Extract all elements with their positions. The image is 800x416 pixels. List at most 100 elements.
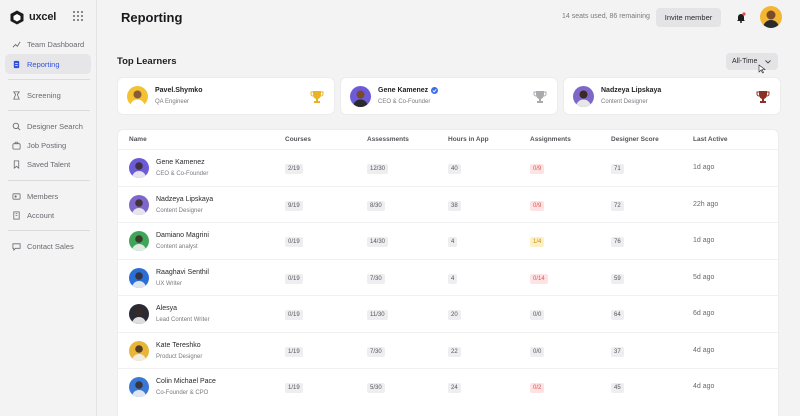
member-role: Product Designer [156, 354, 203, 360]
avatar-person-icon [763, 10, 779, 28]
member-name[interactable]: Gene Kamenez [156, 159, 205, 166]
table-row[interactable]: Damiano Magrini Content analyst 0/19 14/30 4… [117, 222, 779, 258]
column-header-name[interactable]: Name [129, 136, 147, 143]
avatar [129, 158, 149, 178]
sidebar-item-saved-talent[interactable]: Saved Talent [5, 154, 91, 174]
sidebar-item-contact-sales[interactable]: Contact Sales [5, 236, 91, 256]
designer-score-value: 37 [611, 347, 624, 357]
column-header-designer-score[interactable]: Designer Score [611, 136, 659, 143]
column-header-courses[interactable]: Courses [285, 136, 311, 143]
sidebar-item-label: Job Posting [27, 140, 67, 150]
divider [8, 230, 90, 231]
invite-member-button[interactable]: Invite member [656, 8, 721, 27]
avatar [129, 268, 149, 288]
member-role: Co-Founder & CPO [156, 390, 209, 396]
sidebar-item-label: Designer Search [27, 121, 83, 131]
apps-grid-icon[interactable] [73, 11, 83, 21]
assessments-value: 7/30 [367, 347, 385, 357]
divider [8, 110, 90, 111]
sidebar-item-job-posting[interactable]: Job Posting [5, 135, 91, 155]
sidebar-item-screening[interactable]: Screening [5, 85, 91, 105]
gold-trophy-icon [310, 91, 324, 103]
member-name[interactable]: Alesya [156, 305, 177, 312]
courses-value: 1/19 [285, 383, 303, 393]
column-header-last-active[interactable]: Last Active [693, 136, 727, 143]
avatar [129, 195, 149, 215]
column-header-hours[interactable]: Hours in App [448, 136, 489, 143]
learner-name: Pavel.Shymko [155, 87, 203, 94]
top-learner-card[interactable]: Pavel.Shymko QA Engineer [117, 77, 335, 115]
courses-value: 0/19 [285, 237, 303, 247]
courses-value: 2/19 [285, 164, 303, 174]
courses-value: 0/19 [285, 310, 303, 320]
sidebar-item-reporting[interactable]: Reporting [5, 54, 91, 74]
top-learner-card[interactable]: Gene Kamenez CEO & Co-Founder [340, 77, 558, 115]
bell-icon[interactable] [736, 12, 746, 23]
brand-name: uxcel [29, 11, 57, 23]
sidebar-item-label: Screening [27, 90, 61, 100]
divider [8, 79, 90, 80]
designer-score-value: 76 [611, 237, 624, 247]
table-row[interactable]: Raaghavi Senthil UX Writer 0/19 7/30 4 0/14 59… [117, 259, 779, 295]
assignments-value: 0/0 [530, 347, 545, 357]
learner-role: Content Designer [601, 99, 648, 105]
building-icon [13, 210, 20, 220]
verified-badge-icon [431, 87, 439, 94]
last-active-value: 1d ago [693, 164, 715, 171]
briefcase-icon [12, 141, 21, 150]
topbar: Reporting 14 seats used, 86 remaining In… [97, 0, 800, 36]
assignments-value: 0/2 [530, 383, 545, 393]
member-name[interactable]: Raaghavi Senthil [156, 269, 209, 276]
table-row[interactable]: Colin Michael Pace Co-Founder & CPO 1/19 5/… [117, 368, 779, 404]
member-role: UX Writer [156, 281, 182, 287]
hours-value: 24 [448, 383, 461, 393]
user-avatar[interactable] [760, 6, 782, 28]
column-header-assessments[interactable]: Assessments [367, 136, 409, 143]
table-row[interactable]: Nadzeya Lipskaya Content Designer 9/19 8/30… [117, 186, 779, 222]
column-header-assignments[interactable]: Assignments [530, 136, 571, 143]
learner-name: Nadzeya Lipskaya [601, 87, 662, 94]
sidebar-item-label: Reporting [27, 59, 60, 69]
hours-value: 4 [448, 237, 458, 247]
last-active-value: 5d ago [693, 274, 715, 281]
screening-icon [13, 90, 20, 100]
learner-role: CEO & Co-Founder [378, 99, 431, 105]
last-active-value: 6d ago [693, 310, 715, 317]
member-name[interactable]: Nadzeya Lipskaya [156, 196, 213, 203]
designer-score-value: 45 [611, 383, 624, 393]
trend-up-icon [12, 41, 21, 48]
assignments-value: 0/14 [530, 274, 548, 284]
member-name[interactable]: Kate Tereshko [156, 342, 201, 349]
last-active-value: 1d ago [693, 237, 715, 244]
member-name[interactable]: Colin Michael Pace [156, 378, 216, 385]
chevron-down-icon [765, 59, 772, 64]
sidebar-item-account[interactable]: Account [5, 205, 91, 225]
sidebar-item-label: Saved Talent [27, 159, 71, 169]
sidebar-item-designer-search[interactable]: Designer Search [5, 116, 91, 136]
table-row[interactable]: Alesya Lead Content Writer 0/19 11/30 20 0/0 6… [117, 295, 779, 331]
avatar [350, 86, 371, 107]
assignments-value: 0/9 [530, 201, 545, 211]
avatar [129, 231, 149, 251]
sidebar-item-label: Account [27, 210, 55, 220]
chat-icon [12, 242, 21, 251]
designer-score-value: 71 [611, 164, 624, 174]
time-filter-dropdown[interactable]: All-Time [726, 53, 778, 70]
member-name[interactable]: Damiano Magrini [156, 232, 209, 239]
table-row[interactable]: Gene Kamenez CEO & Co-Founder 2/19 12/30 40 0… [117, 149, 779, 185]
table-row[interactable]: Kate Tereshko Product Designer 1/19 7/30 22 0… [117, 332, 779, 368]
sidebar-item-team-dashboard[interactable]: Team Dashboard [5, 34, 91, 54]
brand[interactable]: uxcel [10, 8, 56, 26]
sidebar-item-members[interactable]: Members [5, 186, 91, 206]
sidebar-item-label: Contact Sales [27, 241, 74, 251]
hours-value: 40 [448, 164, 461, 174]
learner-name: Gene Kamenez [378, 87, 439, 94]
top-learner-card[interactable]: Nadzeya Lipskaya Content Designer [563, 77, 781, 115]
assessments-value: 11/30 [367, 310, 388, 320]
assessments-value: 8/30 [367, 201, 385, 211]
sidebar: uxcel Team Dashboard Reporting Screening… [0, 0, 97, 416]
assignments-value: 0/9 [530, 164, 545, 174]
assessments-value: 12/30 [367, 164, 389, 174]
assessments-value: 5/30 [367, 383, 385, 393]
hours-value: 4 [448, 274, 458, 284]
